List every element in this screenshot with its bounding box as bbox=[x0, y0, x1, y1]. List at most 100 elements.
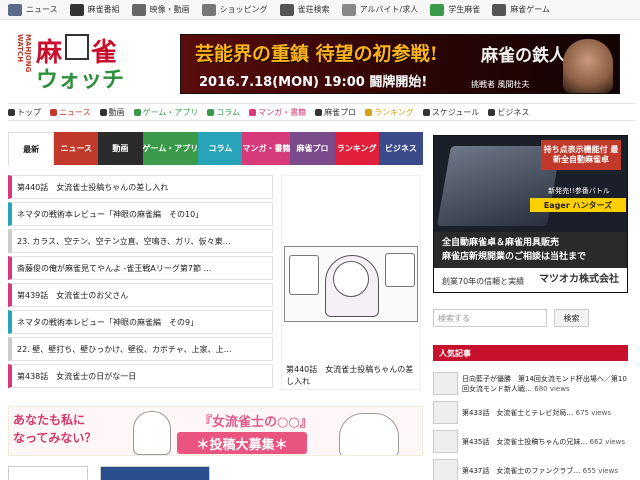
nav-item-label: ビジネス bbox=[497, 107, 530, 117]
recruit-lead: あなたも私に なってみない？ bbox=[13, 411, 96, 447]
popular-item[interactable]: 第435話 女流雀士投稿ちゃんの兄妹… 662 views bbox=[433, 428, 628, 455]
nav-bullet-icon bbox=[249, 108, 257, 116]
tab-category[interactable]: ランキング bbox=[334, 132, 379, 165]
nav-bullet-icon bbox=[8, 108, 15, 116]
popular-item[interactable]: 日向藍子が優勝 第14回女流モンド杯出場へ／第10回女流モンド新人戦… 680 … bbox=[433, 370, 628, 397]
nav-item[interactable]: 麻雀プロ bbox=[315, 107, 356, 118]
search-button[interactable]: 検索 bbox=[554, 309, 589, 327]
tab-category[interactable]: マンガ・書籍 bbox=[242, 132, 291, 165]
article-list-item[interactable]: 第440話 女流雀士投稿ちゃんの差し入れ bbox=[8, 175, 273, 199]
speech-bubble bbox=[289, 255, 319, 295]
banner-headline: 芸能界の重鎮 待望の初参戦! bbox=[195, 43, 438, 65]
nav-bullet-icon bbox=[488, 108, 496, 116]
portal-link-label: 麻雀ゲーム bbox=[510, 5, 550, 14]
portal-link-label: 麻雀番組 bbox=[87, 5, 120, 14]
character-illustration bbox=[133, 411, 171, 455]
portal-link[interactable]: 麻雀ゲーム bbox=[492, 3, 550, 16]
tab-category[interactable]: ゲーム・アプリ bbox=[142, 132, 199, 165]
cart-icon bbox=[201, 3, 216, 16]
tab-category[interactable]: ニュース bbox=[54, 132, 99, 165]
nav-item-label: ニュース bbox=[59, 107, 91, 117]
popular-views: 662 views bbox=[589, 437, 625, 446]
article-list-item[interactable]: ネマタの戦術本レビュー「神眼の麻雀編 その9」 bbox=[8, 310, 273, 334]
article-list-item[interactable]: 第438話 女流雀士の日がな一日 bbox=[8, 364, 273, 388]
article-list-item[interactable]: 第439話 女流雀士のお父さん bbox=[8, 283, 273, 307]
banner-date: 2016.7.18(MON) 19:00 闘牌開始! bbox=[199, 75, 428, 90]
nav-item[interactable]: ニュース bbox=[50, 107, 91, 118]
nav-bullet-icon bbox=[365, 108, 373, 116]
comic-thumbnail[interactable] bbox=[284, 246, 418, 322]
film-icon bbox=[69, 3, 84, 16]
nav-item-label: コラム bbox=[216, 107, 241, 117]
lower-panel bbox=[100, 466, 210, 480]
article-list-item[interactable]: 23. カラス、空テン、空テン立直、空鳴き、ガリ、仮々東… bbox=[8, 229, 273, 253]
triangle-icon bbox=[430, 3, 445, 16]
popular-thumbnail bbox=[433, 401, 458, 424]
nav-item-label: 麻雀プロ bbox=[324, 107, 357, 117]
portal-link[interactable]: 学生麻雀 bbox=[430, 3, 480, 16]
featured-article[interactable]: 第440話 女流雀士投稿ちゃんの差し入れ bbox=[281, 175, 421, 390]
popular-title: 第435話 女流雀士投稿ちゃんの兄妹… bbox=[462, 437, 588, 446]
nav-item-label: スケジュール bbox=[431, 107, 480, 117]
portal-link[interactable]: ショッピング bbox=[201, 3, 268, 16]
portal-link-label: ニュース bbox=[26, 5, 58, 14]
banner-title-art: 麻雀の鉄人 bbox=[481, 46, 566, 66]
search-input[interactable]: 検索する bbox=[433, 309, 547, 327]
tab-category[interactable]: 麻雀プロ bbox=[290, 132, 335, 165]
popular-text: 第437話 女流雀士のファンクラブ… 655 views bbox=[462, 466, 618, 476]
portal-link[interactable]: 映像・動画 bbox=[131, 3, 190, 16]
ad-body-line1: 全自動麻雀卓＆麻雀用具販売 bbox=[442, 238, 560, 248]
video-icon bbox=[131, 3, 146, 16]
gamepad-icon bbox=[492, 3, 507, 16]
sidebar-ad[interactable]: 持ち点表示機能付 最新全自動麻雀卓 新発売!!参番バトル Eager ハンターズ… bbox=[433, 135, 628, 293]
portal-link[interactable]: 雀荘検索 bbox=[279, 3, 330, 16]
news-icon bbox=[8, 3, 22, 16]
nav-item[interactable]: スケジュール bbox=[422, 107, 480, 118]
nav-item-label: ランキング bbox=[374, 107, 414, 117]
nav-item-label: トップ bbox=[17, 107, 41, 117]
nav-bullet-icon bbox=[133, 108, 141, 116]
popular-item[interactable]: 第433話 女流雀士とテレビ対局… 675 views bbox=[433, 399, 628, 426]
mahjong-tile-icon bbox=[65, 34, 90, 60]
article-list-item[interactable]: 22. 壁、壁打ち、壁ひっかけ、壁役、カボチャ、上家、上… bbox=[8, 337, 273, 361]
portal-link[interactable]: アルバイト/求人 bbox=[341, 3, 418, 16]
popular-text: 第435話 女流雀士投稿ちゃんの兄妹… 662 views bbox=[462, 437, 625, 447]
nav-item[interactable]: トップ bbox=[8, 107, 41, 118]
portal-link-label: ショッピング bbox=[219, 5, 268, 14]
nav-item[interactable]: ビジネス bbox=[488, 107, 529, 118]
ad-badge: 持ち点表示機能付 最新全自動麻雀卓 bbox=[541, 140, 621, 170]
recruit-banner[interactable]: あなたも私に なってみない？ 『女流雀士の○○』 ＊投稿大募集＊ bbox=[8, 406, 423, 456]
tab-category[interactable]: ビジネス bbox=[378, 132, 423, 165]
portal-link[interactable]: ニュース bbox=[8, 3, 58, 16]
tab-category[interactable]: 最新 bbox=[8, 132, 55, 165]
tab-category[interactable]: コラム bbox=[198, 132, 243, 165]
nav-item-label: 動画 bbox=[108, 107, 125, 117]
site-logo[interactable]: MAHJONG WATCH 麻雀 ウォッチ bbox=[16, 32, 150, 93]
nav-item[interactable]: マンガ・書籍 bbox=[249, 107, 306, 118]
nav-item[interactable]: ゲーム・アプリ bbox=[133, 107, 198, 118]
nav-bullet-icon bbox=[422, 108, 430, 116]
banner-guest: 挑戦者 風間杜夫 bbox=[471, 80, 530, 89]
speech-bubble bbox=[385, 253, 415, 287]
recruit-lead-1: あなたも bbox=[13, 413, 62, 427]
lower-panel bbox=[8, 466, 88, 480]
nav-bullet-icon bbox=[99, 108, 107, 116]
ad-tagline: 新発売!!参番バトル bbox=[548, 187, 610, 195]
article-list-item[interactable]: ネマタの戦術本レビュー「神眼の麻雀編 その10」 bbox=[8, 202, 273, 226]
header-ad-banner[interactable]: 芸能界の重鎮 待望の初参戦! 2016.7.18(MON) 19:00 闘牌開始… bbox=[180, 34, 620, 94]
tab-category[interactable]: 動画 bbox=[98, 132, 143, 165]
featured-caption[interactable]: 第440話 女流雀士投稿ちゃんの差し入れ bbox=[286, 364, 420, 388]
character-face bbox=[333, 261, 369, 297]
article-list-item[interactable]: 斎藤俊の俺が麻雀見てやんよ -雀王戦Aリーグ第7節 … bbox=[8, 256, 273, 280]
popular-title: 第433話 女流雀士とテレビ対局… bbox=[462, 408, 574, 417]
nav-item[interactable]: ランキング bbox=[365, 107, 414, 118]
search-icon bbox=[279, 3, 294, 16]
nav-item[interactable]: 動画 bbox=[99, 107, 125, 118]
portal-link[interactable]: 麻雀番組 bbox=[69, 3, 120, 16]
nav-item-label: マンガ・書籍 bbox=[258, 107, 307, 117]
recruit-lead-1b: 私に bbox=[61, 413, 86, 427]
popular-item[interactable]: 第437話 女流雀士のファンクラブ… 655 views bbox=[433, 457, 628, 480]
nav-item[interactable]: コラム bbox=[207, 107, 240, 118]
popular-thumbnail bbox=[433, 430, 458, 453]
popular-views: 680 views bbox=[534, 384, 570, 393]
